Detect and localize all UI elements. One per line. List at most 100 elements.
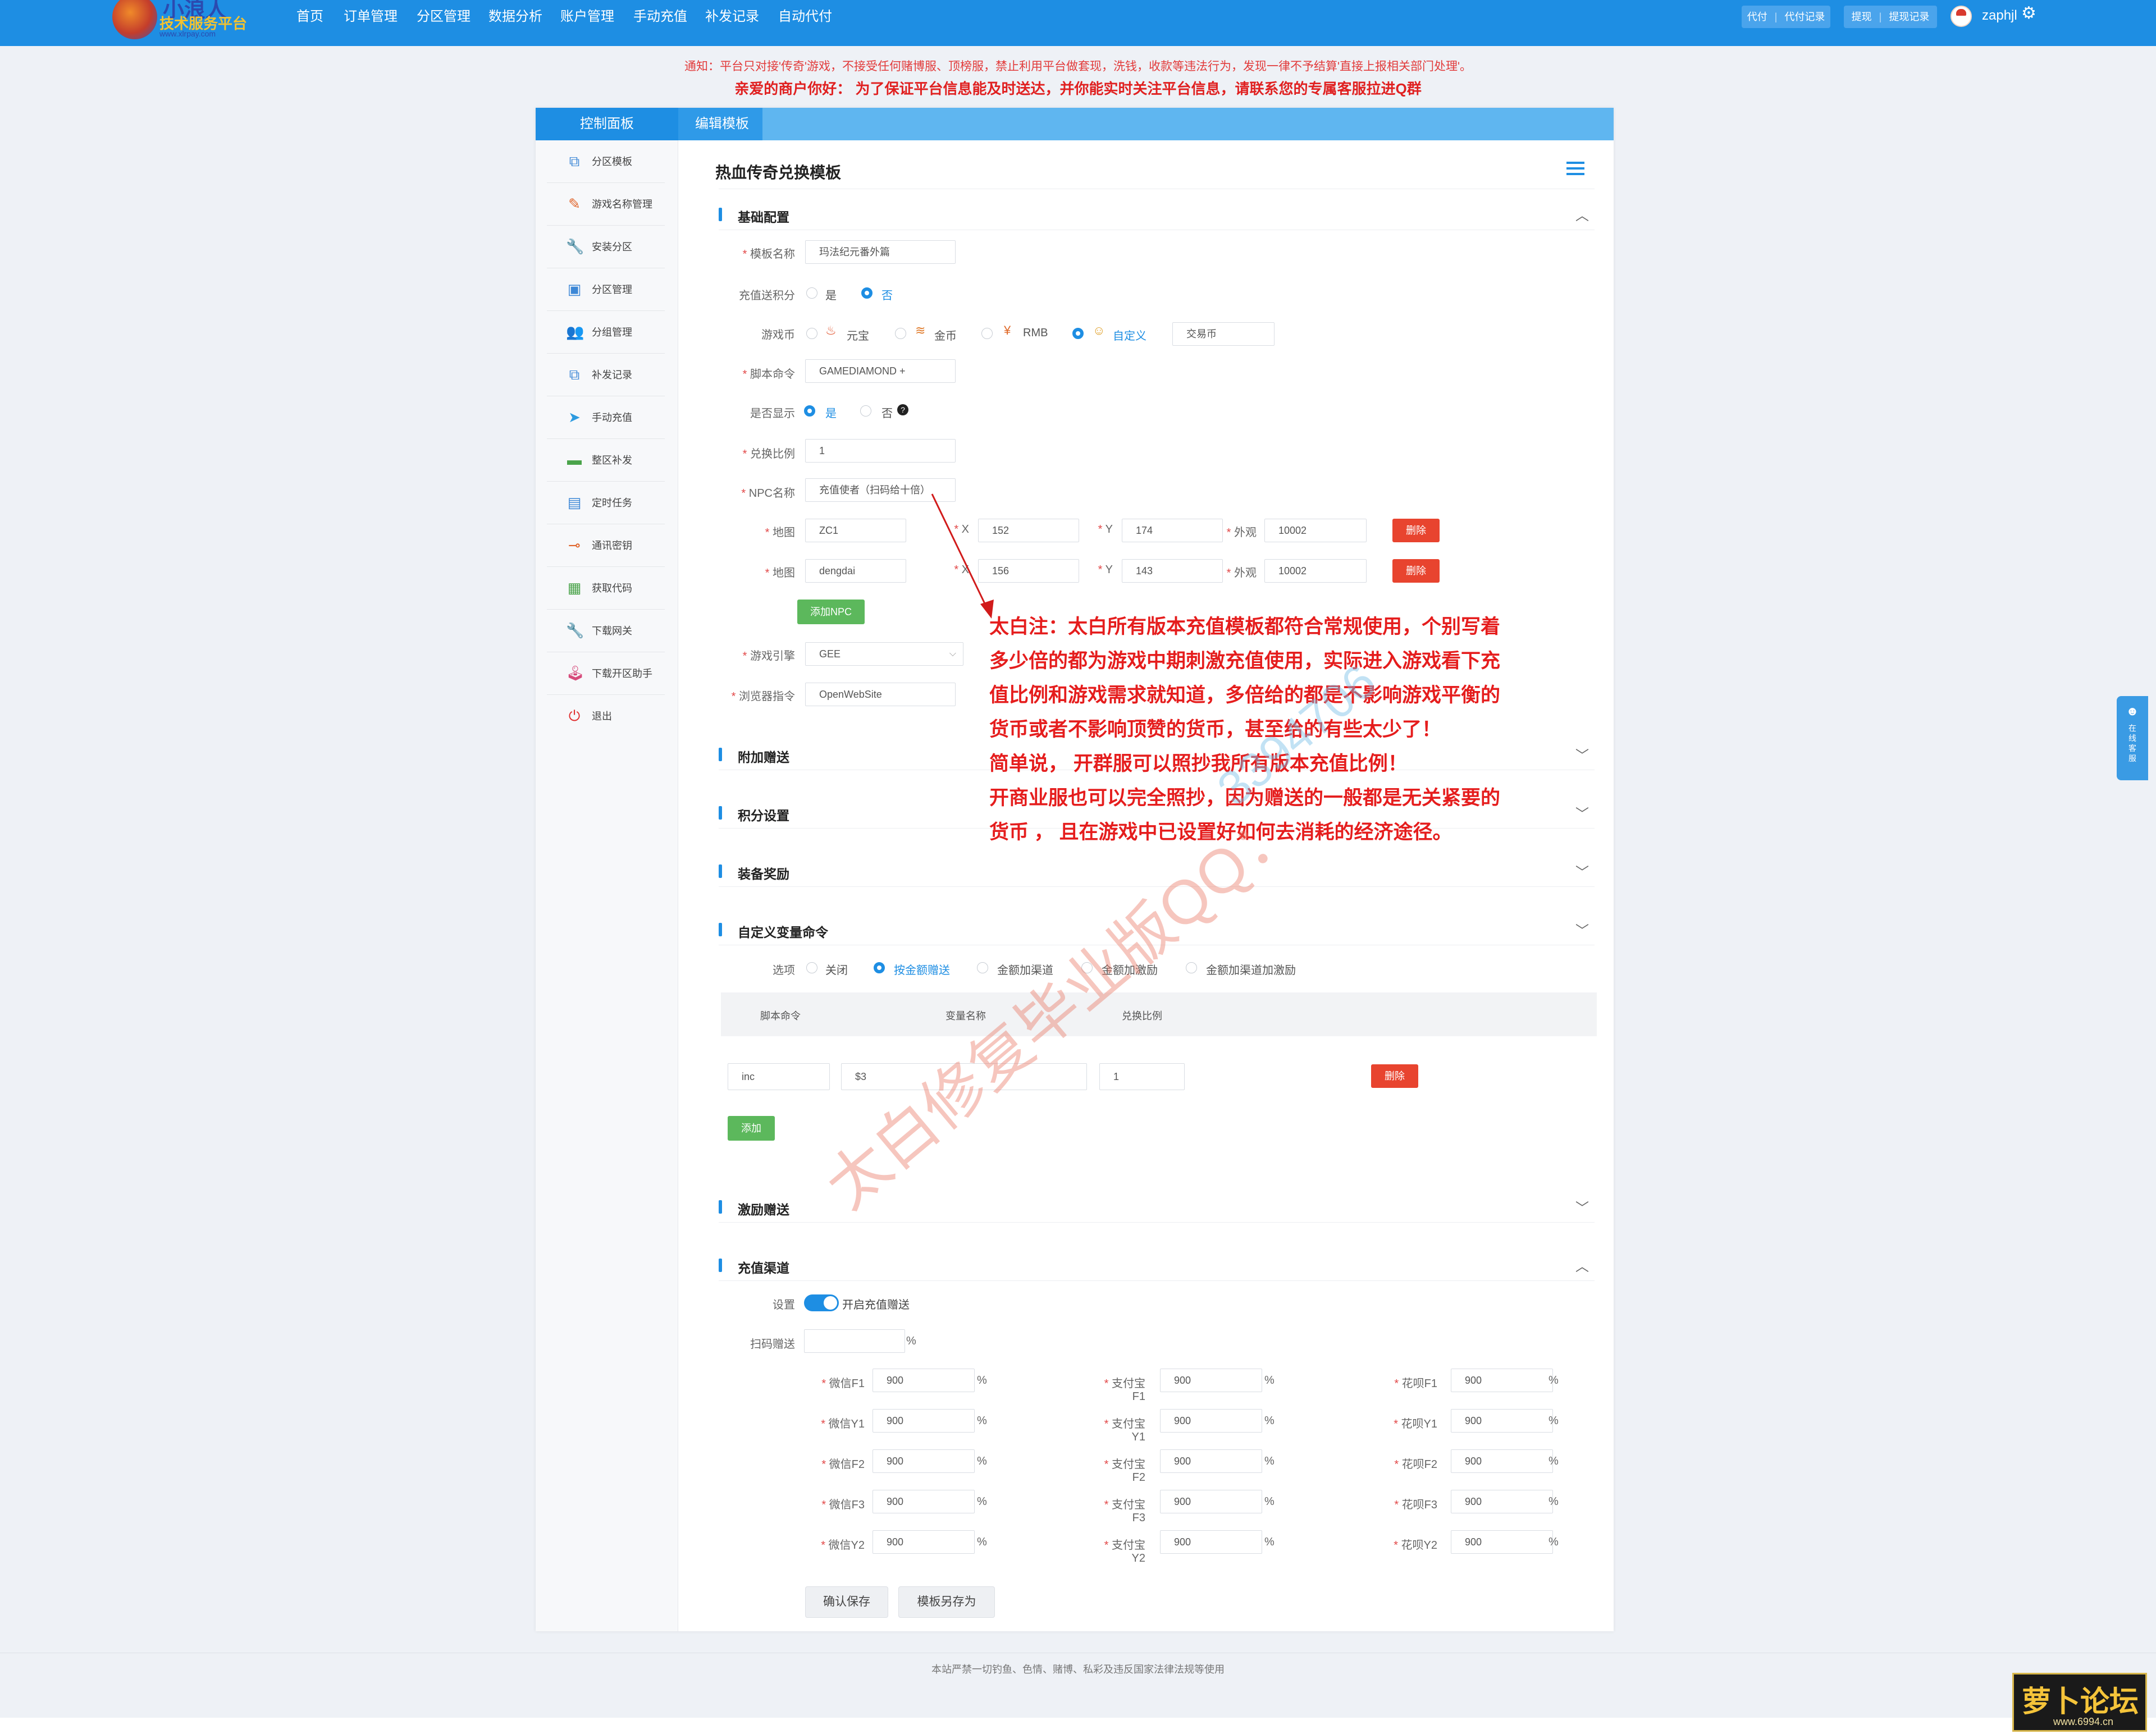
table-ratio-input[interactable]: 1	[1099, 1063, 1185, 1090]
npc-map-input[interactable]: ZC1	[805, 519, 906, 542]
option-off-radio[interactable]	[806, 962, 817, 973]
logo[interactable]: 小浪人 技术服务平台 www.xlrpay.com	[112, 0, 253, 42]
nav-orders[interactable]: 订单管理	[344, 0, 398, 34]
table-add-button[interactable]: 添加	[728, 1116, 775, 1141]
channel-percent-input[interactable]: 900	[873, 1530, 975, 1554]
channel-percent-input[interactable]: 900	[1160, 1530, 1262, 1554]
add-npc-button[interactable]: 添加NPC	[797, 600, 865, 624]
chevron-down-icon[interactable]: ﹀	[1575, 1197, 1589, 1216]
channel-percent-input[interactable]: 900	[873, 1449, 975, 1473]
npc-name-label: * NPC名称	[741, 487, 795, 500]
currency-custom-radio[interactable]	[1072, 328, 1084, 339]
section-basic[interactable]: 基础配置 ︿	[719, 196, 1595, 230]
channel-percent-input[interactable]: 900	[1451, 1530, 1553, 1554]
channel-percent-input[interactable]: 900	[1451, 1490, 1553, 1513]
option-amount-radio[interactable]	[874, 962, 885, 973]
option-all-radio[interactable]	[1186, 962, 1197, 973]
option-amount-channel-radio[interactable]	[977, 962, 988, 973]
npc-y-input[interactable]: 174	[1122, 519, 1223, 542]
points-no-radio[interactable]	[861, 287, 873, 299]
channel-percent-input[interactable]: 900	[1160, 1449, 1262, 1473]
chevron-down-icon[interactable]: ﹀	[1575, 919, 1589, 939]
channel-percent-input[interactable]: 900	[1451, 1409, 1553, 1433]
chevron-up-icon[interactable]: ︿	[1575, 204, 1589, 224]
payout-button[interactable]: 代付	[1747, 11, 1767, 22]
tab-edit-template[interactable]: 编辑模板	[678, 108, 762, 140]
section-channel[interactable]: 充值渠道 ︿	[719, 1247, 1595, 1281]
withdraw-button[interactable]: 提现	[1852, 11, 1872, 22]
sidebar-item-scheduled-tasks[interactable]: ▤ 定时任务	[547, 482, 665, 524]
channel-percent-input[interactable]: 900	[1451, 1449, 1553, 1473]
show-no-radio[interactable]	[860, 405, 871, 417]
sidebar-item-install-zone[interactable]: 🔧 安装分区	[547, 226, 665, 268]
npc-delete-button[interactable]: 删除	[1392, 559, 1440, 583]
table-cmd-input[interactable]: inc	[728, 1063, 830, 1090]
logo-mark-icon	[112, 0, 157, 39]
sidebar-item-get-code[interactable]: ▦ 获取代码	[547, 567, 665, 610]
ratio-input[interactable]: 1	[805, 439, 956, 463]
scan-gift-input[interactable]	[804, 1329, 905, 1353]
nav-auto-payout[interactable]: 自动代付	[778, 0, 832, 34]
sidebar-item-reissue-records[interactable]: ⧉ 补发记录	[547, 354, 665, 396]
help-icon[interactable]: ?	[897, 404, 908, 415]
chevron-down-icon[interactable]: ﹀	[1575, 744, 1589, 764]
npc-look-input[interactable]: 10002	[1264, 519, 1367, 542]
currency-rmb-radio[interactable]	[981, 328, 993, 339]
engine-select[interactable]: GEE ⌵	[805, 642, 963, 666]
npc-y-input[interactable]: 143	[1122, 559, 1223, 583]
save-as-button[interactable]: 模板另存为	[898, 1586, 995, 1618]
sidebar-item-zone-templates[interactable]: ⧉ 分区模板	[547, 140, 665, 183]
chevron-up-icon[interactable]: ︿	[1575, 1255, 1589, 1275]
script-input[interactable]: GAMEDIAMOND +	[805, 359, 956, 383]
npc-look-input[interactable]: 10002	[1264, 559, 1367, 583]
nav-zones[interactable]: 分区管理	[417, 0, 471, 34]
channel-percent-input[interactable]: 900	[873, 1409, 975, 1433]
chevron-down-icon[interactable]: ﹀	[1575, 861, 1589, 881]
username[interactable]: zaphjl	[1982, 8, 2017, 24]
payout-records-button[interactable]: 代付记录	[1784, 11, 1825, 22]
nav-home[interactable]: 首页	[296, 0, 323, 34]
channel-percent-input[interactable]: 900	[1451, 1369, 1553, 1392]
template-name-input[interactable]: 玛法纪元番外篇	[805, 240, 956, 264]
sidebar-item-comm-key[interactable]: ⊸ 通讯密钥	[547, 524, 665, 567]
channel-percent-input[interactable]: 900	[1160, 1490, 1262, 1513]
channel-percent-input[interactable]: 900	[873, 1369, 975, 1392]
sidebar-item-logout[interactable]: ⏻ 退出	[547, 695, 665, 738]
chevron-down-icon[interactable]: ﹀	[1575, 803, 1589, 822]
sidebar-item-download-assistant[interactable]: 🕹 下载开区助手	[547, 652, 665, 695]
gear-icon[interactable]: ⚙	[2021, 3, 2036, 23]
channel-percent-input[interactable]: 900	[1160, 1409, 1262, 1433]
sidebar-item-download-gateway[interactable]: 🔧 下载网关	[547, 610, 665, 652]
points-label: 充值送积分	[739, 290, 795, 302]
sidebar-item-game-names[interactable]: ✎ 游戏名称管理	[547, 183, 665, 226]
online-service-tab[interactable]: ☻ 在线客服	[2117, 696, 2148, 780]
npc-delete-button[interactable]: 删除	[1392, 519, 1440, 542]
browser-input[interactable]: OpenWebSite	[805, 683, 956, 706]
channel-percent-input[interactable]: 900	[873, 1490, 975, 1513]
nav-analytics[interactable]: 数据分析	[488, 0, 542, 34]
recharge-gift-toggle[interactable]	[804, 1294, 839, 1311]
nav-manual-recharge[interactable]: 手动充值	[633, 0, 687, 34]
npc-map-input[interactable]: dengdai	[805, 559, 906, 583]
save-button[interactable]: 确认保存	[805, 1586, 888, 1618]
currency-yuanbao-radio[interactable]	[806, 328, 817, 339]
sidebar-item-group-management[interactable]: 👥 分组管理	[547, 311, 665, 354]
nav-account[interactable]: 账户管理	[560, 0, 614, 34]
send-icon: ➤	[568, 409, 581, 426]
show-yes-radio[interactable]	[804, 405, 815, 417]
sidebar-item-manual-recharge[interactable]: ➤ 手动充值	[547, 396, 665, 439]
withdraw-records-button[interactable]: 提现记录	[1889, 11, 1929, 22]
users-icon: 👥	[566, 323, 584, 340]
currency-custom-input[interactable]: 交易币	[1172, 322, 1275, 346]
channel-percent-input[interactable]: 900	[1160, 1369, 1262, 1392]
recharge-gift-toggle-label: 开启充值赠送	[842, 1299, 910, 1311]
points-yes-radio[interactable]	[806, 287, 817, 299]
sidebar-item-zone-reissue[interactable]: ▬ 整区补发	[547, 439, 665, 482]
avatar[interactable]	[1951, 6, 1972, 27]
sidebar-item-zone-management[interactable]: ▣ 分区管理	[547, 268, 665, 311]
currency-gold-radio[interactable]	[895, 328, 906, 339]
nav-reissue-records[interactable]: 补发记录	[705, 0, 759, 34]
table-delete-button[interactable]: 删除	[1371, 1064, 1418, 1088]
menu-icon[interactable]	[1566, 162, 1584, 177]
npc-y-label: * Y	[1098, 523, 1113, 536]
